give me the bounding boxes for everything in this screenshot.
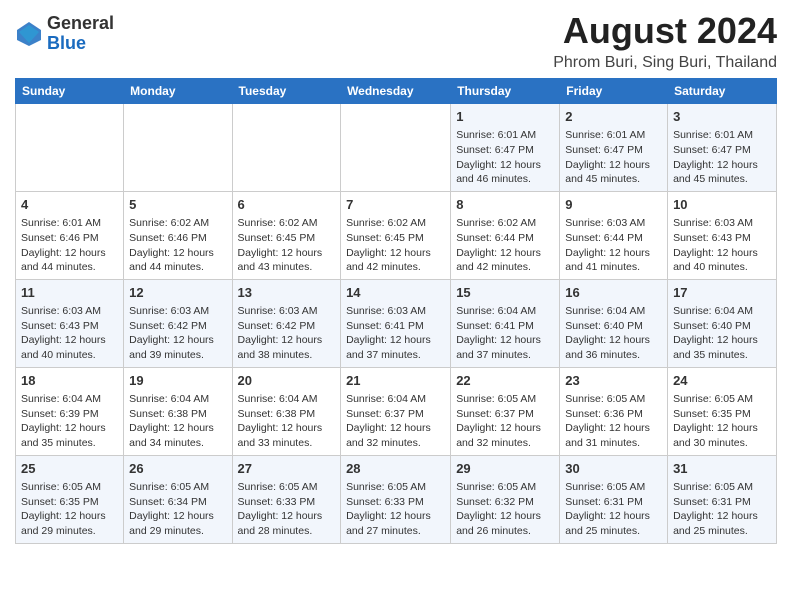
day-number: 29 [456,460,554,478]
calendar-cell: 11Sunrise: 6:03 AMSunset: 6:43 PMDayligh… [16,279,124,367]
calendar-cell: 7Sunrise: 6:02 AMSunset: 6:45 PMDaylight… [341,191,451,279]
day-header-monday: Monday [124,79,232,104]
page-subtitle: Phrom Buri, Sing Buri, Thailand [553,54,777,72]
day-number: 31 [673,460,771,478]
calendar-week-row: 25Sunrise: 6:05 AMSunset: 6:35 PMDayligh… [16,455,777,543]
calendar-cell: 24Sunrise: 6:05 AMSunset: 6:35 PMDayligh… [668,367,777,455]
page-title: August 2024 [553,10,777,52]
day-number: 11 [21,284,118,302]
calendar-week-row: 11Sunrise: 6:03 AMSunset: 6:43 PMDayligh… [16,279,777,367]
calendar-cell: 23Sunrise: 6:05 AMSunset: 6:36 PMDayligh… [560,367,668,455]
calendar-cell: 19Sunrise: 6:04 AMSunset: 6:38 PMDayligh… [124,367,232,455]
day-number: 30 [565,460,662,478]
day-number: 12 [129,284,226,302]
day-number: 4 [21,196,118,214]
day-number: 13 [238,284,336,302]
day-number: 24 [673,372,771,390]
day-number: 17 [673,284,771,302]
logo: General Blue [15,14,114,54]
logo-blue-text: Blue [47,34,114,54]
calendar-cell [16,104,124,192]
day-number: 15 [456,284,554,302]
day-number: 3 [673,108,771,126]
day-number: 25 [21,460,118,478]
calendar-cell [341,104,451,192]
day-header-sunday: Sunday [16,79,124,104]
page-header: General Blue August 2024 Phrom Buri, Sin… [15,10,777,72]
day-header-tuesday: Tuesday [232,79,341,104]
calendar-week-row: 18Sunrise: 6:04 AMSunset: 6:39 PMDayligh… [16,367,777,455]
day-number: 2 [565,108,662,126]
calendar-cell: 8Sunrise: 6:02 AMSunset: 6:44 PMDaylight… [451,191,560,279]
day-number: 18 [21,372,118,390]
calendar-cell: 3Sunrise: 6:01 AMSunset: 6:47 PMDaylight… [668,104,777,192]
day-number: 19 [129,372,226,390]
calendar-cell: 5Sunrise: 6:02 AMSunset: 6:46 PMDaylight… [124,191,232,279]
calendar-cell: 10Sunrise: 6:03 AMSunset: 6:43 PMDayligh… [668,191,777,279]
day-number: 5 [129,196,226,214]
logo-icon [15,20,43,48]
day-header-wednesday: Wednesday [341,79,451,104]
calendar-cell: 30Sunrise: 6:05 AMSunset: 6:31 PMDayligh… [560,455,668,543]
day-number: 1 [456,108,554,126]
calendar-cell: 4Sunrise: 6:01 AMSunset: 6:46 PMDaylight… [16,191,124,279]
calendar-header-row: SundayMondayTuesdayWednesdayThursdayFrid… [16,79,777,104]
calendar-cell: 22Sunrise: 6:05 AMSunset: 6:37 PMDayligh… [451,367,560,455]
logo-general-text: General [47,14,114,34]
calendar-cell: 14Sunrise: 6:03 AMSunset: 6:41 PMDayligh… [341,279,451,367]
day-number: 8 [456,196,554,214]
calendar-cell: 13Sunrise: 6:03 AMSunset: 6:42 PMDayligh… [232,279,341,367]
day-header-thursday: Thursday [451,79,560,104]
calendar-cell: 6Sunrise: 6:02 AMSunset: 6:45 PMDaylight… [232,191,341,279]
calendar-cell [124,104,232,192]
calendar-cell: 15Sunrise: 6:04 AMSunset: 6:41 PMDayligh… [451,279,560,367]
calendar-cell: 1Sunrise: 6:01 AMSunset: 6:47 PMDaylight… [451,104,560,192]
calendar-cell: 28Sunrise: 6:05 AMSunset: 6:33 PMDayligh… [341,455,451,543]
calendar-cell [232,104,341,192]
calendar-cell: 17Sunrise: 6:04 AMSunset: 6:40 PMDayligh… [668,279,777,367]
day-number: 21 [346,372,445,390]
calendar-cell: 29Sunrise: 6:05 AMSunset: 6:32 PMDayligh… [451,455,560,543]
day-number: 22 [456,372,554,390]
calendar-cell: 18Sunrise: 6:04 AMSunset: 6:39 PMDayligh… [16,367,124,455]
day-number: 23 [565,372,662,390]
day-number: 20 [238,372,336,390]
calendar-table: SundayMondayTuesdayWednesdayThursdayFrid… [15,78,777,544]
calendar-cell: 26Sunrise: 6:05 AMSunset: 6:34 PMDayligh… [124,455,232,543]
calendar-week-row: 1Sunrise: 6:01 AMSunset: 6:47 PMDaylight… [16,104,777,192]
calendar-cell: 9Sunrise: 6:03 AMSunset: 6:44 PMDaylight… [560,191,668,279]
calendar-cell: 21Sunrise: 6:04 AMSunset: 6:37 PMDayligh… [341,367,451,455]
calendar-cell: 2Sunrise: 6:01 AMSunset: 6:47 PMDaylight… [560,104,668,192]
day-number: 9 [565,196,662,214]
day-number: 6 [238,196,336,214]
logo-text: General Blue [47,14,114,54]
calendar-cell: 20Sunrise: 6:04 AMSunset: 6:38 PMDayligh… [232,367,341,455]
day-header-saturday: Saturday [668,79,777,104]
day-number: 14 [346,284,445,302]
day-number: 26 [129,460,226,478]
day-header-friday: Friday [560,79,668,104]
calendar-cell: 16Sunrise: 6:04 AMSunset: 6:40 PMDayligh… [560,279,668,367]
calendar-cell: 27Sunrise: 6:05 AMSunset: 6:33 PMDayligh… [232,455,341,543]
calendar-cell: 12Sunrise: 6:03 AMSunset: 6:42 PMDayligh… [124,279,232,367]
calendar-cell: 31Sunrise: 6:05 AMSunset: 6:31 PMDayligh… [668,455,777,543]
calendar-cell: 25Sunrise: 6:05 AMSunset: 6:35 PMDayligh… [16,455,124,543]
day-number: 16 [565,284,662,302]
day-number: 10 [673,196,771,214]
calendar-week-row: 4Sunrise: 6:01 AMSunset: 6:46 PMDaylight… [16,191,777,279]
day-number: 7 [346,196,445,214]
day-number: 28 [346,460,445,478]
title-block: August 2024 Phrom Buri, Sing Buri, Thail… [553,10,777,72]
day-number: 27 [238,460,336,478]
